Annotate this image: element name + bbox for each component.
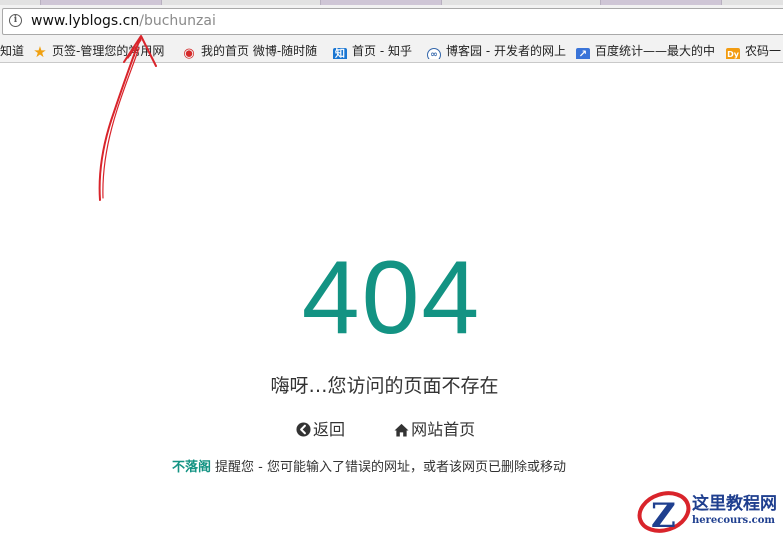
watermark-logo-icon: Z <box>637 491 691 535</box>
error-note: 不落阁 提醒您 - 您可能输入了错误的网址，或者该网页已删除或移动 <box>172 459 566 477</box>
watermark-domain: herecours.com <box>692 515 776 526</box>
bookmark-label: 我的首页 微博-随时随 <box>201 44 318 58</box>
svg-text:Z: Z <box>651 496 676 535</box>
bookmark-nonglu[interactable]: Dy 农码一 <box>726 43 783 59</box>
error-code: 404 <box>301 240 482 356</box>
bookmark-zhidao[interactable]: 知道 <box>0 43 24 59</box>
bookmark-label: 首页 - 知乎 <box>352 44 412 58</box>
bookmark-label: 百度统计——最大的中 <box>595 44 716 58</box>
bookmark-zhihu[interactable]: 知首页 - 知乎 <box>333 43 419 59</box>
watermark-name: 这里教程网 <box>692 494 777 514</box>
cnblogs-icon: ∞ <box>427 48 441 59</box>
home-label: 网站首页 <box>411 420 476 439</box>
back-link[interactable]: 返回 <box>296 419 345 441</box>
home-link[interactable]: 网站首页 <box>394 419 475 441</box>
url-text[interactable]: www.lyblogs.cn/buchunzai <box>31 13 216 30</box>
watermark: Z 这里教程网 herecours.com <box>634 488 783 535</box>
info-icon[interactable]: i <box>9 14 22 27</box>
error-message: 嗨呀…您访问的页面不存在 <box>270 375 499 397</box>
site-brand: 不落阁 <box>172 460 212 475</box>
bookmark-label: 知道 <box>0 44 24 58</box>
bookmark-cnblogs[interactable]: ∞ 博客园 - 开发者的网上 <box>427 43 567 59</box>
nonglu-icon: Dy <box>726 48 740 59</box>
back-label: 返回 <box>313 420 346 439</box>
bookmark-label: 页签-管理您的常用网 <box>52 44 165 58</box>
bookmark-weibo[interactable]: ◉ 我的首页 微博-随时随 <box>182 43 322 59</box>
bookmarks-bar: 知道 ★ 页签-管理您的常用网 ◉ 我的首页 微博-随时随 知首页 - 知乎 ∞ 博客… <box>0 39 783 63</box>
home-icon <box>394 423 409 437</box>
baidu-tongji-icon: ↗ <box>576 48 590 59</box>
address-bar: i www.lyblogs.cn/buchunzai <box>0 5 783 39</box>
weibo-icon: ◉ <box>183 46 195 60</box>
bookmark-label: 农码一 <box>745 44 782 58</box>
bookmark-yeqian[interactable]: ★ 页签-管理您的常用网 <box>33 43 173 59</box>
bookmark-label: 博客园 - 开发者的网上 <box>446 44 566 58</box>
url-input[interactable]: i www.lyblogs.cn/buchunzai <box>2 8 783 35</box>
bookmark-baidu-tongji[interactable]: ↗ 百度统计——最大的中 <box>576 43 716 59</box>
url-path: /buchunzai <box>139 13 216 29</box>
error-actions: 返回 网站首页 <box>296 419 475 441</box>
page: i www.lyblogs.cn/buchunzai 知道 ★ 页签-管理您的常用… <box>0 0 783 535</box>
star-icon: ★ <box>33 43 47 60</box>
note-text: 提醒您 - 您可能输入了错误的网址，或者该网页已删除或移动 <box>215 460 566 475</box>
zhihu-icon: 知 <box>333 48 347 59</box>
arrow-circle-left-icon <box>296 422 311 437</box>
url-host: www.lyblogs.cn <box>31 13 140 29</box>
